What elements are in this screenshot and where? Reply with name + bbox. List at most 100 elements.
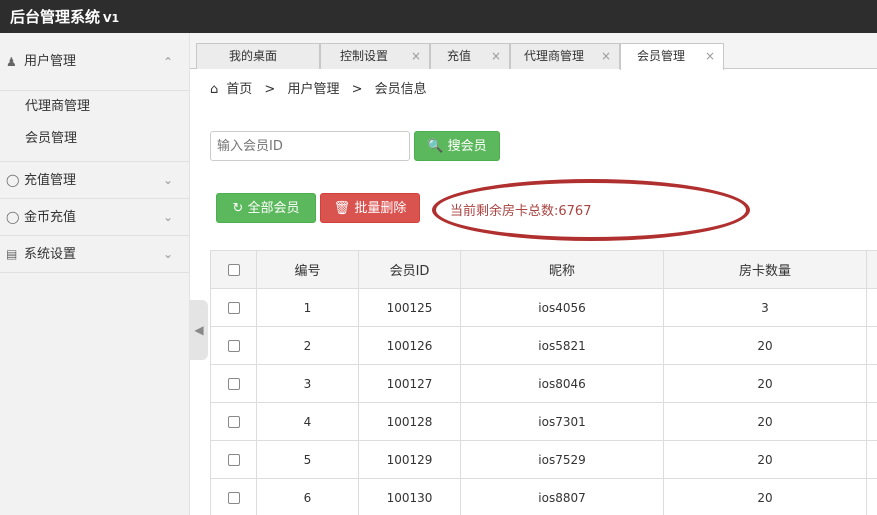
table-row: 3 100127 ios8046 20 — [210, 364, 877, 403]
breadcrumb-level1[interactable]: 用户管理 — [287, 82, 339, 97]
cell-member-id: 100126 — [358, 326, 461, 365]
table-row: 5 100129 ios7529 20 — [210, 440, 877, 479]
sidebar-item-agent[interactable]: 代理商管理 — [0, 91, 189, 123]
members-table: 编号 会员ID 昵称 房卡数量 1 100125 ios4056 3 2 100… — [210, 250, 877, 515]
column-header-room-cards: 房卡数量 — [663, 250, 867, 289]
cell-member-id: 100130 — [358, 478, 461, 515]
sidebar-group-user[interactable]: ♟ 用户管理 ⌃ — [0, 33, 189, 91]
row-checkbox-cell[interactable] — [210, 364, 257, 403]
recharge-icon: ◯ — [6, 173, 20, 187]
search-icon: 🔍 — [427, 139, 444, 154]
home-icon: ⌂ — [210, 82, 219, 97]
tab-control-settings[interactable]: 控制设置 × — [320, 43, 430, 69]
column-header-number: 编号 — [256, 250, 359, 289]
sidebar-collapse-handle[interactable]: ◀ — [190, 300, 208, 360]
cell-number: 5 — [256, 440, 359, 479]
settings-icon: ▤ — [6, 247, 18, 261]
cell-extra — [866, 478, 877, 515]
table-row: 2 100126 ios5821 20 — [210, 326, 877, 365]
cell-room-cards: 20 — [663, 402, 867, 441]
member-id-search-input[interactable] — [210, 131, 410, 161]
sidebar-group-recharge[interactable]: ◯ 充值管理 ⌄ — [0, 162, 189, 199]
select-all-checkbox-cell[interactable] — [210, 250, 257, 289]
cell-member-id: 100127 — [358, 364, 461, 403]
cell-number: 6 — [256, 478, 359, 515]
room-card-total: 当前剩余房卡总数:6767 — [450, 204, 592, 219]
cell-room-cards: 3 — [663, 288, 867, 327]
cell-extra — [866, 364, 877, 403]
refresh-icon: ↻ — [232, 201, 244, 216]
row-checkbox-cell[interactable] — [210, 402, 257, 441]
top-bar: 后台管理系统 V1 — [0, 0, 877, 33]
cell-member-id: 100129 — [358, 440, 461, 479]
tab-recharge[interactable]: 充值 × — [430, 43, 510, 69]
chevron-up-icon: ⌃ — [162, 55, 173, 69]
breadcrumb-home[interactable]: 首页 — [226, 82, 252, 97]
trash-icon: 🗑 — [333, 201, 351, 216]
coin-icon: ◯ — [6, 210, 20, 224]
row-checkbox[interactable] — [227, 378, 240, 390]
sidebar-group-settings[interactable]: ▤ 系统设置 ⌄ — [0, 236, 189, 273]
table-row: 4 100128 ios7301 20 — [210, 402, 877, 441]
chevron-down-icon: ⌄ — [162, 210, 173, 224]
row-checkbox[interactable] — [227, 340, 240, 352]
close-icon[interactable]: × — [705, 44, 715, 68]
select-all-checkbox[interactable] — [227, 263, 240, 276]
app-version: V1 — [103, 12, 120, 25]
cell-member-id: 100125 — [358, 288, 461, 327]
chevron-down-icon: ⌄ — [162, 173, 173, 187]
row-checkbox[interactable] — [227, 416, 240, 428]
column-header-extra — [866, 250, 877, 289]
table-row: 6 100130 ios8807 20 — [210, 478, 877, 515]
cell-room-cards: 20 — [663, 326, 867, 365]
cell-nickname: ios8046 — [460, 364, 664, 403]
row-checkbox[interactable] — [227, 302, 240, 314]
app-title: 后台管理系统 V1 — [10, 8, 120, 26]
cell-room-cards: 20 — [663, 478, 867, 515]
user-group-icon: ♟ — [6, 55, 17, 69]
cell-room-cards: 20 — [663, 440, 867, 479]
sidebar-group-coin[interactable]: ◯ 金币充值 ⌄ — [0, 199, 189, 236]
close-icon[interactable]: × — [601, 44, 611, 68]
tab-member-management[interactable]: 会员管理 × — [620, 43, 724, 70]
chevron-left-icon: ◀ — [194, 323, 204, 337]
breadcrumb-separator: > — [264, 82, 276, 97]
cell-nickname: ios4056 — [460, 288, 664, 327]
cell-extra — [866, 288, 877, 327]
row-checkbox-cell[interactable] — [210, 288, 257, 327]
batch-delete-button[interactable]: 🗑 批量删除 — [320, 193, 420, 223]
breadcrumb-separator: > — [351, 82, 363, 97]
cell-nickname: ios8807 — [460, 478, 664, 515]
all-members-button[interactable]: ↻ 全部会员 — [216, 193, 316, 223]
breadcrumb-level2: 会员信息 — [374, 82, 427, 97]
close-icon[interactable]: × — [411, 44, 421, 68]
tab-agent-management[interactable]: 代理商管理 × — [510, 43, 620, 69]
tab-desktop[interactable]: 我的桌面 — [196, 43, 320, 69]
cell-member-id: 100128 — [358, 402, 461, 441]
row-checkbox-cell[interactable] — [210, 326, 257, 365]
row-checkbox-cell[interactable] — [210, 478, 257, 515]
sidebar: ♟ 用户管理 ⌃ 代理商管理 会员管理 ◯ 充值管理 ⌄ ◯ 金币充值 ⌄ ▤ … — [0, 33, 190, 515]
row-checkbox-cell[interactable] — [210, 440, 257, 479]
sidebar-submenu-user: 代理商管理 会员管理 — [0, 91, 189, 162]
breadcrumb: ⌂ 首页 > 用户管理 > 会员信息 — [210, 80, 435, 100]
cell-room-cards: 20 — [663, 364, 867, 403]
column-header-member-id: 会员ID — [358, 250, 461, 289]
cell-nickname: ios5821 — [460, 326, 664, 365]
tab-bar: 我的桌面 控制设置 × 充值 × 代理商管理 × 会员管理 × — [190, 33, 877, 70]
row-checkbox[interactable] — [227, 454, 240, 466]
cell-number: 1 — [256, 288, 359, 327]
cell-number: 2 — [256, 326, 359, 365]
row-checkbox[interactable] — [227, 492, 240, 504]
sidebar-item-member[interactable]: 会员管理 — [0, 123, 189, 155]
search-member-button[interactable]: 🔍 搜会员 — [414, 131, 500, 161]
cell-extra — [866, 440, 877, 479]
table-row: 1 100125 ios4056 3 — [210, 288, 877, 327]
table-header-row: 编号 会员ID 昵称 房卡数量 — [210, 250, 877, 289]
column-header-nickname: 昵称 — [460, 250, 664, 289]
close-icon[interactable]: × — [491, 44, 501, 68]
cell-extra — [866, 326, 877, 365]
cell-number: 4 — [256, 402, 359, 441]
cell-number: 3 — [256, 364, 359, 403]
chevron-down-icon: ⌄ — [162, 247, 173, 261]
